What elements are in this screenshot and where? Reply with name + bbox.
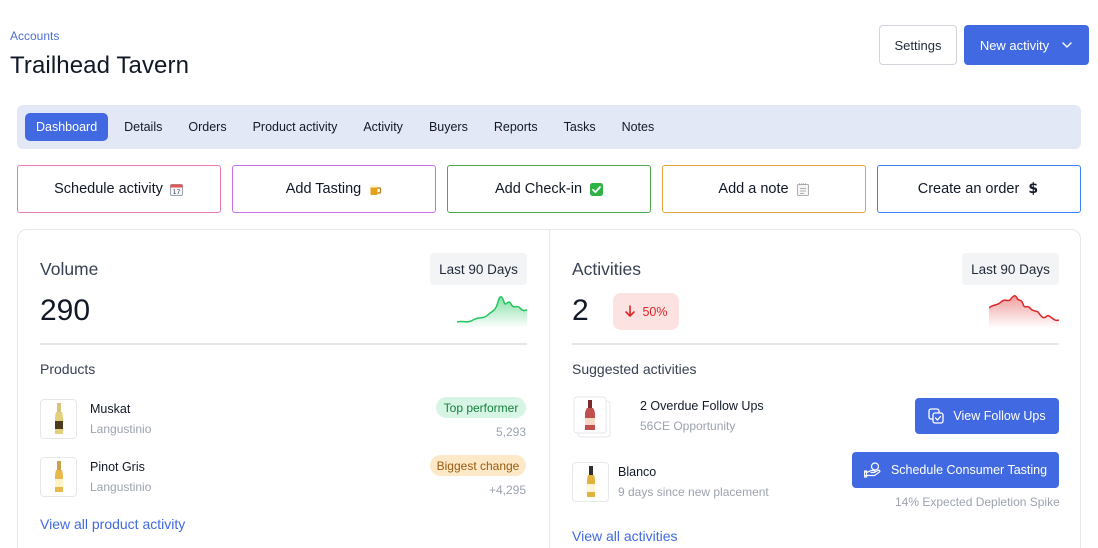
svg-text:17: 17 <box>173 189 181 196</box>
view-follow-ups-button[interactable]: View Follow Ups <box>915 398 1059 434</box>
tab-reports[interactable]: Reports <box>484 113 548 141</box>
tab-bar: Dashboard Details Orders Product activit… <box>17 105 1081 149</box>
activities-title: Activities <box>572 259 642 279</box>
settings-button[interactable]: Settings <box>879 25 957 65</box>
volume-title: Volume <box>40 259 99 279</box>
hand-coin-icon <box>863 462 881 478</box>
schedule-consumer-tasting-button[interactable]: Schedule Consumer Tasting <box>852 452 1059 488</box>
chevron-down-icon <box>1062 42 1072 48</box>
add-check-in-button[interactable]: Add Check-in <box>447 165 651 213</box>
new-activity-button[interactable]: New activity <box>964 25 1089 65</box>
activities-value: 2 <box>572 294 589 327</box>
check-box-icon <box>589 182 603 196</box>
add-tasting-button[interactable]: Add Tasting <box>232 165 436 213</box>
schedule-activity-button[interactable]: Schedule activity 17 <box>17 165 221 213</box>
notepad-icon <box>796 182 810 196</box>
suggestion-subtitle: 56CE Opportunity <box>640 419 736 433</box>
suggestion-subtitle: 9 days since new placement <box>618 485 769 499</box>
volume-sparkline <box>457 296 527 328</box>
suggestion-title: 2 Overdue Follow Ups <box>640 399 764 413</box>
activities-range-button[interactable]: Last 90 Days <box>962 253 1059 285</box>
add-check-in-label: Add Check-in <box>494 181 583 197</box>
tab-tasks[interactable]: Tasks <box>554 113 606 141</box>
volume-range-button[interactable]: Last 90 Days <box>430 253 527 285</box>
product-image-muskat <box>40 399 77 439</box>
add-a-note-button[interactable]: Add a note <box>662 165 866 213</box>
calendar-icon: 17 <box>170 182 184 196</box>
products-label: Products <box>40 361 96 377</box>
status-badge: Top performer <box>436 397 526 418</box>
new-activity-label: New activity <box>979 37 1050 53</box>
add-tasting-label: Add Tasting <box>285 181 362 197</box>
schedule-consumer-tasting-label: Schedule Consumer Tasting <box>890 463 1048 477</box>
product-image-blanco <box>572 462 609 502</box>
activities-sparkline <box>989 295 1059 328</box>
copy-check-icon <box>928 408 945 424</box>
tab-notes[interactable]: Notes <box>612 113 665 141</box>
activities-change-badge: 50% <box>613 293 679 330</box>
view-all-activities-link[interactable]: View all activities <box>572 528 678 544</box>
product-producer: Langustinio <box>90 422 152 436</box>
tab-dashboard[interactable]: Dashboard <box>25 113 109 141</box>
schedule-activity-label: Schedule activity <box>54 181 163 197</box>
volume-value: 290 <box>40 294 91 327</box>
add-a-note-label: Add a note <box>718 181 789 197</box>
product-name[interactable]: Muskat <box>90 402 130 416</box>
follow-ups-image <box>572 396 614 440</box>
depletion-spike-hint: 14% Expected Depletion Spike <box>895 495 1060 509</box>
product-image-pinot-gris <box>40 457 77 497</box>
view-all-product-activity-link[interactable]: View all product activity <box>40 516 185 532</box>
page-title: Trailhead Tavern <box>10 52 190 79</box>
volume-separator <box>40 343 527 345</box>
breadcrumb-accounts[interactable]: Accounts <box>10 29 59 43</box>
create-an-order-button[interactable]: Create an order $ <box>877 165 1081 213</box>
suggested-activities-label: Suggested activities <box>572 361 697 377</box>
product-volume-value: 5,293 <box>495 425 526 439</box>
product-producer: Langustinio <box>90 480 152 494</box>
tab-product-activity[interactable]: Product activity <box>243 113 348 141</box>
activities-separator <box>572 343 1059 345</box>
dollar-icon: $ <box>1028 181 1039 197</box>
tab-buyers[interactable]: Buyers <box>419 113 478 141</box>
tab-details[interactable]: Details <box>114 113 172 141</box>
suggestion-title: Blanco <box>618 465 657 479</box>
beer-mug-icon <box>368 182 382 196</box>
create-an-order-label: Create an order <box>917 181 1020 197</box>
activities-change-value: 50% <box>642 304 668 319</box>
tab-orders[interactable]: Orders <box>178 113 236 141</box>
product-volume-value: +4,295 <box>488 483 526 497</box>
view-follow-ups-label: View Follow Ups <box>953 409 1046 423</box>
tab-activity[interactable]: Activity <box>353 113 413 141</box>
status-badge: Biggest change <box>430 455 526 476</box>
product-name[interactable]: Pinot Gris <box>90 460 145 474</box>
arrow-down-icon <box>625 305 636 317</box>
card-divider <box>549 230 550 548</box>
